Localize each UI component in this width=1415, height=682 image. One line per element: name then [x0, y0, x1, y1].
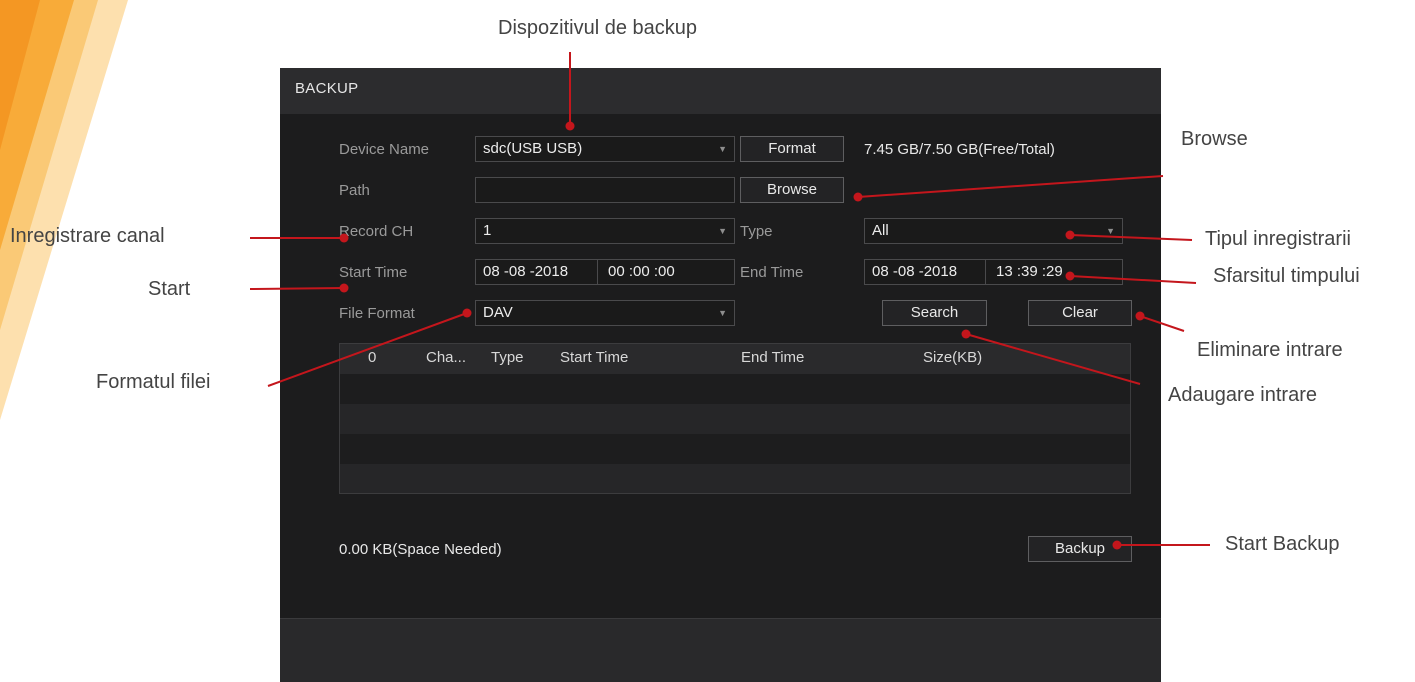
file-format-value: DAV — [483, 304, 513, 321]
capacity-text: 7.45 GB/7.50 GB(Free/Total) — [864, 141, 1055, 158]
format-button[interactable]: Format — [740, 136, 844, 162]
annotation-start: Start — [148, 278, 191, 300]
annotation-add-entry: Adaugare intrare — [1168, 384, 1317, 406]
type-select[interactable]: All ▼ — [864, 218, 1123, 244]
record-ch-select[interactable]: 1 ▼ — [475, 218, 735, 244]
device-name-value: sdc(USB USB) — [483, 140, 583, 157]
start-time-field[interactable]: 08 -08 -2018 00 :00 :00 — [475, 259, 735, 285]
table-header: 0 Cha... Type Start Time End Time Size(K… — [340, 344, 1130, 374]
table-row — [340, 464, 1130, 493]
table-row — [340, 434, 1130, 464]
annotation-browse: Browse — [1181, 128, 1248, 150]
start-time-label: Start Time — [339, 264, 408, 281]
chevron-down-icon: ▼ — [718, 144, 727, 154]
end-clock-value[interactable]: 13 :39 :29 — [996, 260, 1063, 284]
annotation-start-backup: Start Backup — [1225, 533, 1340, 555]
annotation-end-time: Sfarsitul timpului — [1213, 265, 1360, 287]
column-header-type[interactable]: Type — [491, 349, 524, 366]
space-needed-text: 0.00 KB(Space Needed) — [339, 541, 502, 558]
results-table: 0 Cha... Type Start Time End Time Size(K… — [339, 343, 1131, 494]
type-label: Type — [740, 223, 773, 240]
start-date-value[interactable]: 08 -08 -2018 — [483, 260, 568, 284]
end-time-divider — [985, 260, 986, 284]
device-name-select[interactable]: sdc(USB USB) ▼ — [475, 136, 735, 162]
end-time-label: End Time — [740, 264, 804, 281]
annotation-record-type: Tipul inregistrarii — [1205, 228, 1351, 250]
record-ch-label: Record CH — [339, 223, 414, 240]
dialog-footer — [280, 618, 1161, 682]
file-format-label: File Format — [339, 305, 415, 322]
dialog-titlebar: BACKUP — [280, 68, 1161, 114]
file-format-select[interactable]: DAV ▼ — [475, 300, 735, 326]
chevron-down-icon: ▼ — [718, 308, 727, 318]
backup-dialog: BACKUP Device Name sdc(USB USB) ▼ Format… — [280, 68, 1161, 682]
browse-button[interactable]: Browse — [740, 177, 844, 203]
column-header-index[interactable]: 0 — [368, 349, 376, 366]
backup-button[interactable]: Backup — [1028, 536, 1132, 562]
path-input[interactable] — [475, 177, 735, 203]
record-ch-value: 1 — [483, 222, 492, 239]
table-row — [340, 374, 1130, 404]
end-date-value[interactable]: 08 -08 -2018 — [872, 260, 957, 284]
device-name-label: Device Name — [339, 141, 430, 158]
start-time-divider — [597, 260, 598, 284]
dialog-title: BACKUP — [295, 80, 359, 97]
column-header-size[interactable]: Size(KB) — [923, 349, 982, 366]
column-header-end-time[interactable]: End Time — [741, 349, 804, 366]
end-time-field[interactable]: 08 -08 -2018 13 :39 :29 — [864, 259, 1123, 285]
annotation-record-channel: Inregistrare canal — [10, 225, 165, 247]
table-row — [340, 404, 1130, 434]
path-label: Path — [339, 182, 370, 199]
column-header-start-time[interactable]: Start Time — [560, 349, 628, 366]
chevron-down-icon: ▼ — [1106, 226, 1115, 236]
annotation-file-format: Formatul filei — [96, 371, 211, 393]
type-value: All — [872, 222, 889, 239]
column-header-channel[interactable]: Cha... — [426, 349, 466, 366]
annotation-backup-device: Dispozitivul de backup — [498, 17, 697, 39]
search-button[interactable]: Search — [882, 300, 987, 326]
clear-button[interactable]: Clear — [1028, 300, 1132, 326]
chevron-down-icon: ▼ — [718, 226, 727, 236]
annotation-clear-entry: Eliminare intrare — [1197, 339, 1343, 361]
start-clock-value[interactable]: 00 :00 :00 — [608, 260, 675, 284]
